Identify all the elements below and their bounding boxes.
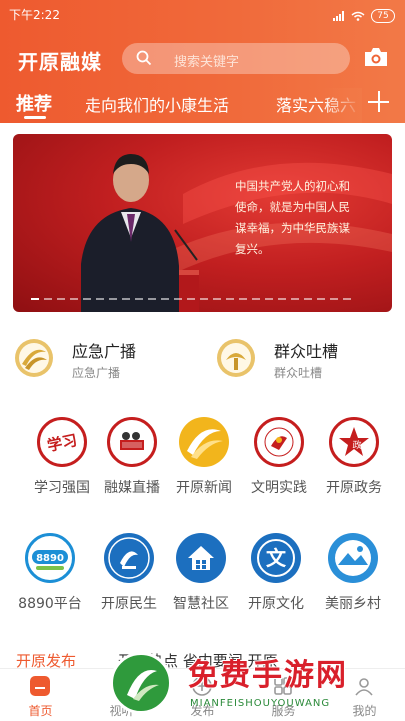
active-tab-indicator <box>24 116 46 119</box>
grid-item-kaiyuan-culture[interactable]: 文 开原文化 <box>235 533 317 623</box>
signal-icon <box>333 6 345 25</box>
grid-item-kaiyuan-news[interactable]: 开原新闻 <box>163 417 245 507</box>
civilization-icon <box>254 417 304 467</box>
site-watermark: 免费手游网 MIANFEISHOUYOUWANG <box>108 648 398 720</box>
news-icon <box>179 417 229 467</box>
broadcast-icon <box>14 338 54 382</box>
grid-item-kaiyuan-government[interactable]: 政 开原政务 <box>313 417 395 507</box>
svg-text:文: 文 <box>266 546 287 570</box>
grid-item-civilization-practice[interactable]: 文明实践 <box>238 417 320 507</box>
xuexi-qiangguo-icon: 学习 <box>37 417 87 467</box>
grid-label: 智慧社区 <box>173 596 229 612</box>
culture-icon: 文 <box>251 533 301 583</box>
grid-label: 开原民生 <box>101 596 157 612</box>
grid-item-8890-platform[interactable]: 8890 8890平台 <box>9 533 91 623</box>
svg-text:8890: 8890 <box>36 553 64 564</box>
grid-item-smart-community[interactable]: 智慧社区 <box>160 533 242 623</box>
status-bar: 下午2:22 75 <box>0 0 405 26</box>
grid-item-beautiful-village[interactable]: 美丽乡村 <box>312 533 394 623</box>
svg-text:政: 政 <box>352 439 361 451</box>
search-bar[interactable]: 搜索关键字 <box>122 43 350 74</box>
wifi-icon <box>351 6 365 25</box>
grid-item-rongmei-live[interactable]: 融媒直播 <box>91 417 173 507</box>
tab-xiaokang[interactable]: 走向我们的小康生活 <box>85 92 229 116</box>
home-icon <box>176 533 226 583</box>
carousel-dot[interactable] <box>304 298 312 300</box>
livelihood-icon <box>104 533 154 583</box>
grid-label: 融媒直播 <box>104 480 160 496</box>
banner-quote: 中国共产党人的初心和使命，就是为中国人民谋幸福，为中华民族谋复兴。 <box>235 179 350 256</box>
carousel-dot[interactable] <box>200 298 208 300</box>
watermark-logo <box>110 652 172 714</box>
quick-link-title: 群众吐槽 <box>274 342 339 361</box>
quick-link-emergency-broadcast[interactable]: 应急广播 应急广播 <box>14 336 194 382</box>
section-title[interactable]: 开原发布 <box>16 650 76 668</box>
category-tabs: 推荐 走向我们的小康生活 落实六稳六 <box>0 88 405 123</box>
carousel-dot[interactable] <box>31 298 39 300</box>
watermark-subtitle: MIANFEISHOUYOUWANG <box>190 698 331 709</box>
carousel-dot[interactable] <box>135 298 143 300</box>
quick-link-subtitle: 应急广播 <box>72 366 121 380</box>
carousel-dot[interactable] <box>57 298 65 300</box>
carousel-dot[interactable] <box>330 298 338 300</box>
grid-label: 8890平台 <box>18 596 82 612</box>
search-icon <box>136 50 152 70</box>
search-placeholder: 搜索关键字 <box>174 55 240 70</box>
carousel-dot[interactable] <box>109 298 117 300</box>
carousel-dot[interactable] <box>226 298 234 300</box>
carousel-dot[interactable] <box>96 298 104 300</box>
battery-indicator: 75 <box>371 8 395 23</box>
grid-label: 文明实践 <box>251 480 307 496</box>
carousel-dot[interactable] <box>148 298 156 300</box>
carousel-dot[interactable] <box>343 298 351 300</box>
feedback-icon <box>216 338 256 382</box>
carousel-dot[interactable] <box>174 298 182 300</box>
app-header: 下午2:22 75 开原融媒 搜索关键字 推荐 走向我们的小康生活 落实六稳六 <box>0 0 405 123</box>
carousel-dot[interactable] <box>239 298 247 300</box>
platform-8890-icon: 8890 <box>25 533 75 583</box>
grid-label: 开原政务 <box>326 480 382 496</box>
carousel-dot[interactable] <box>122 298 130 300</box>
carousel-dot[interactable] <box>278 298 286 300</box>
svg-text:学习: 学习 <box>46 431 79 455</box>
carousel-dot[interactable] <box>265 298 273 300</box>
quick-link-title: 应急广播 <box>72 342 137 361</box>
camera-icon[interactable] <box>363 46 389 72</box>
status-time: 下午2:22 <box>9 8 60 22</box>
carousel-dot[interactable] <box>252 298 260 300</box>
hero-banner[interactable]: 中国共产党人的初心和使命，就是为中国人民谋幸福，为中华民族谋复兴。 <box>13 134 392 312</box>
carousel-dot[interactable] <box>44 298 52 300</box>
carousel-dot[interactable] <box>83 298 91 300</box>
grid-label: 开原文化 <box>248 596 304 612</box>
nav-home[interactable]: 首页 <box>0 669 81 721</box>
village-icon <box>328 533 378 583</box>
tab-fade <box>322 88 362 123</box>
live-camera-icon <box>107 417 157 467</box>
watermark-title: 免费手游网 <box>188 658 348 693</box>
quick-link-public-feedback[interactable]: 群众吐槽 群众吐槽 <box>216 336 396 382</box>
grid-label: 开原新闻 <box>176 480 232 496</box>
nav-label: 首页 <box>28 704 53 718</box>
home-nav-icon <box>29 675 51 697</box>
carousel-dot[interactable] <box>161 298 169 300</box>
quick-link-subtitle: 群众吐槽 <box>274 366 323 380</box>
carousel-dot[interactable] <box>187 298 195 300</box>
tab-recommend[interactable]: 推荐 <box>16 90 52 116</box>
carousel-dot[interactable] <box>70 298 78 300</box>
add-tab-icon[interactable] <box>365 88 393 116</box>
status-icons: 75 <box>333 6 395 25</box>
app-logo: 开原融媒 <box>18 50 102 74</box>
carousel-dots <box>31 298 351 300</box>
carousel-dot[interactable] <box>291 298 299 300</box>
grid-label: 美丽乡村 <box>325 596 381 612</box>
carousel-dot[interactable] <box>317 298 325 300</box>
grid-item-kaiyuan-livelihood[interactable]: 开原民生 <box>88 533 170 623</box>
government-icon: 政 <box>329 417 379 467</box>
carousel-dot[interactable] <box>213 298 221 300</box>
